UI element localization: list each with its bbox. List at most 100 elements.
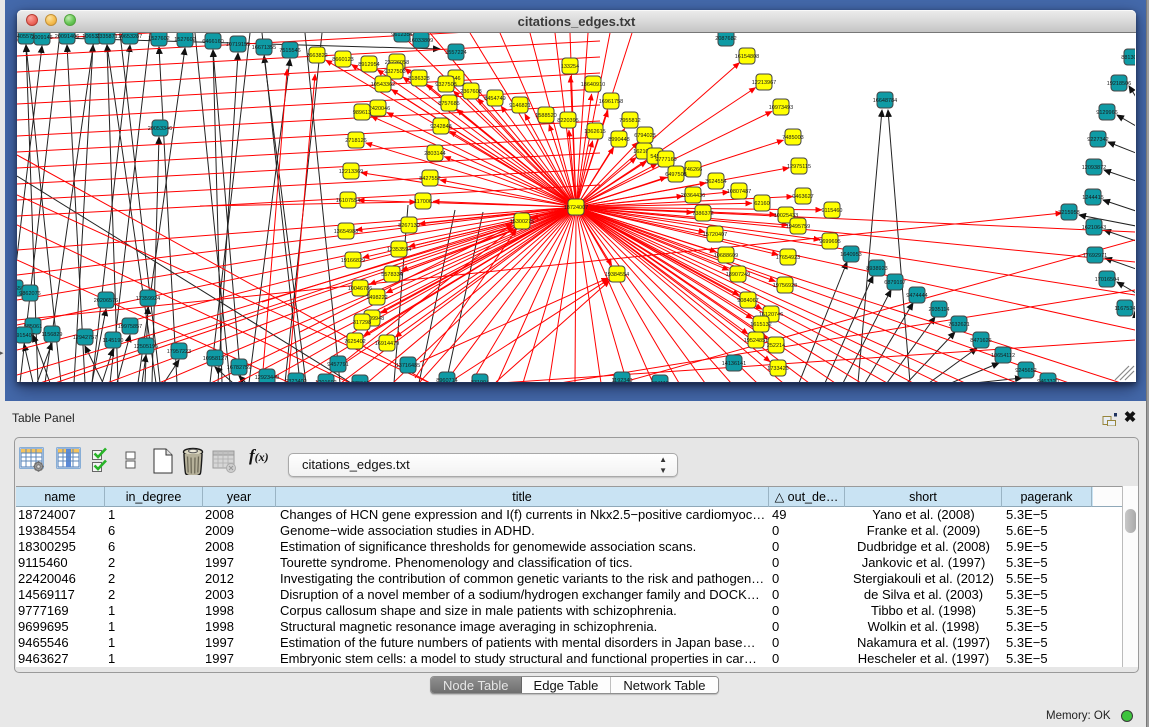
- svg-text:3215958: 3215958: [1058, 210, 1079, 216]
- svg-text:9242848: 9242848: [430, 124, 451, 130]
- svg-text:1145190: 1145190: [102, 338, 123, 344]
- svg-text:9129966: 9129966: [1096, 110, 1117, 116]
- svg-text:16782759: 16782759: [227, 365, 251, 371]
- svg-text:772041: 772041: [351, 381, 369, 382]
- svg-text:1167534: 1167534: [1114, 306, 1135, 312]
- svg-text:9146821: 9146821: [509, 103, 530, 109]
- svg-text:1527602: 1527602: [174, 37, 195, 43]
- svg-text:7515546: 7515546: [279, 48, 300, 54]
- svg-text:9245652: 9245652: [1015, 368, 1036, 374]
- svg-text:19756928: 19756928: [773, 283, 797, 289]
- svg-text:2935114: 2935114: [928, 307, 949, 313]
- svg-text:10688609: 10688609: [714, 253, 738, 259]
- svg-text:18640910: 18640910: [581, 82, 605, 88]
- svg-text:904112: 904112: [651, 381, 669, 382]
- svg-text:6879197: 6879197: [884, 280, 905, 286]
- svg-text:7625402: 7625402: [344, 339, 365, 345]
- svg-text:12093872: 12093872: [1082, 165, 1106, 171]
- svg-text:1201692: 1201692: [315, 380, 336, 382]
- svg-text:3624554: 3624554: [705, 179, 726, 185]
- svg-text:7632621: 7632621: [948, 322, 969, 328]
- svg-text:1527602: 1527602: [148, 36, 169, 42]
- svg-text:10719155: 10719155: [226, 42, 250, 48]
- svg-text:19166829: 19166829: [341, 258, 365, 264]
- svg-text:12942757: 12942757: [73, 335, 97, 341]
- svg-text:1588520: 1588520: [535, 113, 556, 119]
- svg-text:16671355: 16671355: [252, 45, 276, 51]
- svg-text:1733426: 1733426: [767, 366, 788, 372]
- svg-text:2009146: 2009146: [31, 35, 52, 41]
- svg-text:16210643: 16210643: [1082, 225, 1106, 231]
- svg-text:16033809: 16033809: [409, 38, 433, 44]
- svg-text:8220395: 8220395: [557, 118, 578, 124]
- svg-text:8990448: 8990448: [608, 137, 629, 143]
- svg-text:2335871: 2335871: [96, 34, 117, 40]
- svg-text:29053346: 29053346: [148, 126, 172, 132]
- svg-text:10807487: 10807487: [727, 189, 751, 195]
- svg-text:8960714: 8960714: [436, 378, 457, 382]
- svg-text:317298: 317298: [353, 320, 371, 326]
- svg-text:14136141: 14136141: [722, 361, 746, 367]
- svg-text:16914479: 16914479: [375, 341, 399, 347]
- svg-text:12213967: 12213967: [752, 80, 776, 86]
- svg-text:9457791: 9457791: [327, 362, 348, 368]
- svg-text:62160: 62160: [754, 201, 769, 207]
- svg-text:19384554: 19384554: [605, 272, 629, 278]
- svg-text:15720407: 15720407: [703, 232, 727, 238]
- svg-text:8267130: 8267130: [398, 223, 419, 229]
- svg-text:8454749: 8454749: [484, 96, 505, 102]
- svg-text:5578334: 5578334: [381, 272, 402, 278]
- svg-text:16107554: 16107554: [336, 198, 360, 204]
- svg-text:3915407: 3915407: [17, 333, 35, 339]
- svg-text:16648784: 16648784: [873, 98, 897, 104]
- svg-text:17957223: 17957223: [167, 349, 191, 355]
- svg-text:19495759: 19495759: [786, 224, 810, 230]
- svg-text:16961758: 16961758: [599, 99, 623, 105]
- svg-text:9777169: 9777169: [655, 157, 676, 163]
- svg-text:7663822: 7663822: [306, 53, 327, 59]
- svg-text:6497508: 6497508: [665, 172, 686, 178]
- svg-text:1640953: 1640953: [840, 252, 861, 258]
- svg-text:7386372: 7386372: [692, 211, 713, 217]
- svg-text:16154808: 16154808: [735, 54, 759, 60]
- svg-text:9463320: 9463320: [1037, 379, 1058, 382]
- svg-text:133254: 133254: [561, 64, 579, 70]
- svg-text:18724007: 18724007: [564, 205, 588, 211]
- svg-text:2087682: 2087682: [715, 36, 736, 42]
- svg-text:1615132: 1615132: [750, 322, 771, 328]
- svg-text:10543362: 10543362: [371, 82, 395, 88]
- svg-text:17016504: 17016504: [1095, 277, 1119, 283]
- svg-text:1498222: 1498222: [366, 295, 387, 301]
- svg-text:9115460: 9115460: [821, 208, 842, 214]
- svg-text:12213369: 12213369: [339, 169, 363, 175]
- svg-text:19975857: 19975857: [118, 324, 142, 330]
- svg-text:17654923: 17654923: [776, 255, 800, 261]
- svg-text:10958127: 10958127: [203, 356, 227, 362]
- svg-text:13654988: 13654988: [334, 229, 358, 235]
- svg-text:9323402: 9323402: [285, 379, 306, 382]
- svg-text:9327503: 9327503: [384, 69, 405, 75]
- svg-text:13716485: 13716485: [396, 363, 420, 369]
- svg-text:7485003: 7485003: [782, 135, 803, 141]
- svg-text:989613: 989613: [353, 110, 371, 116]
- svg-text:8186328: 8186328: [408, 76, 429, 82]
- svg-text:1156829: 1156829: [41, 332, 62, 338]
- svg-text:9084067: 9084067: [737, 298, 758, 304]
- svg-text:9327508: 9327508: [435, 82, 456, 88]
- svg-text:117006: 117006: [414, 199, 432, 205]
- svg-text:15300275: 15300275: [510, 219, 534, 225]
- svg-text:2367608: 2367608: [460, 89, 481, 95]
- svg-text:8912954: 8912954: [358, 62, 379, 68]
- svg-text:10973493: 10973493: [769, 105, 793, 111]
- svg-text:6794028: 6794028: [634, 133, 655, 139]
- svg-text:17692971: 17692971: [1083, 253, 1107, 259]
- svg-text:20364436: 20364436: [681, 193, 705, 199]
- svg-text:19524851: 19524851: [744, 338, 768, 344]
- svg-text:8813054: 8813054: [1121, 55, 1135, 61]
- svg-text:7955812: 7955812: [619, 118, 640, 124]
- svg-text:10653287: 10653287: [118, 34, 142, 40]
- svg-text:19218506: 19218506: [1107, 81, 1131, 87]
- svg-text:12353594: 12353594: [387, 247, 411, 253]
- svg-text:8471626: 8471626: [970, 338, 991, 344]
- svg-text:20091406: 20091406: [55, 34, 79, 40]
